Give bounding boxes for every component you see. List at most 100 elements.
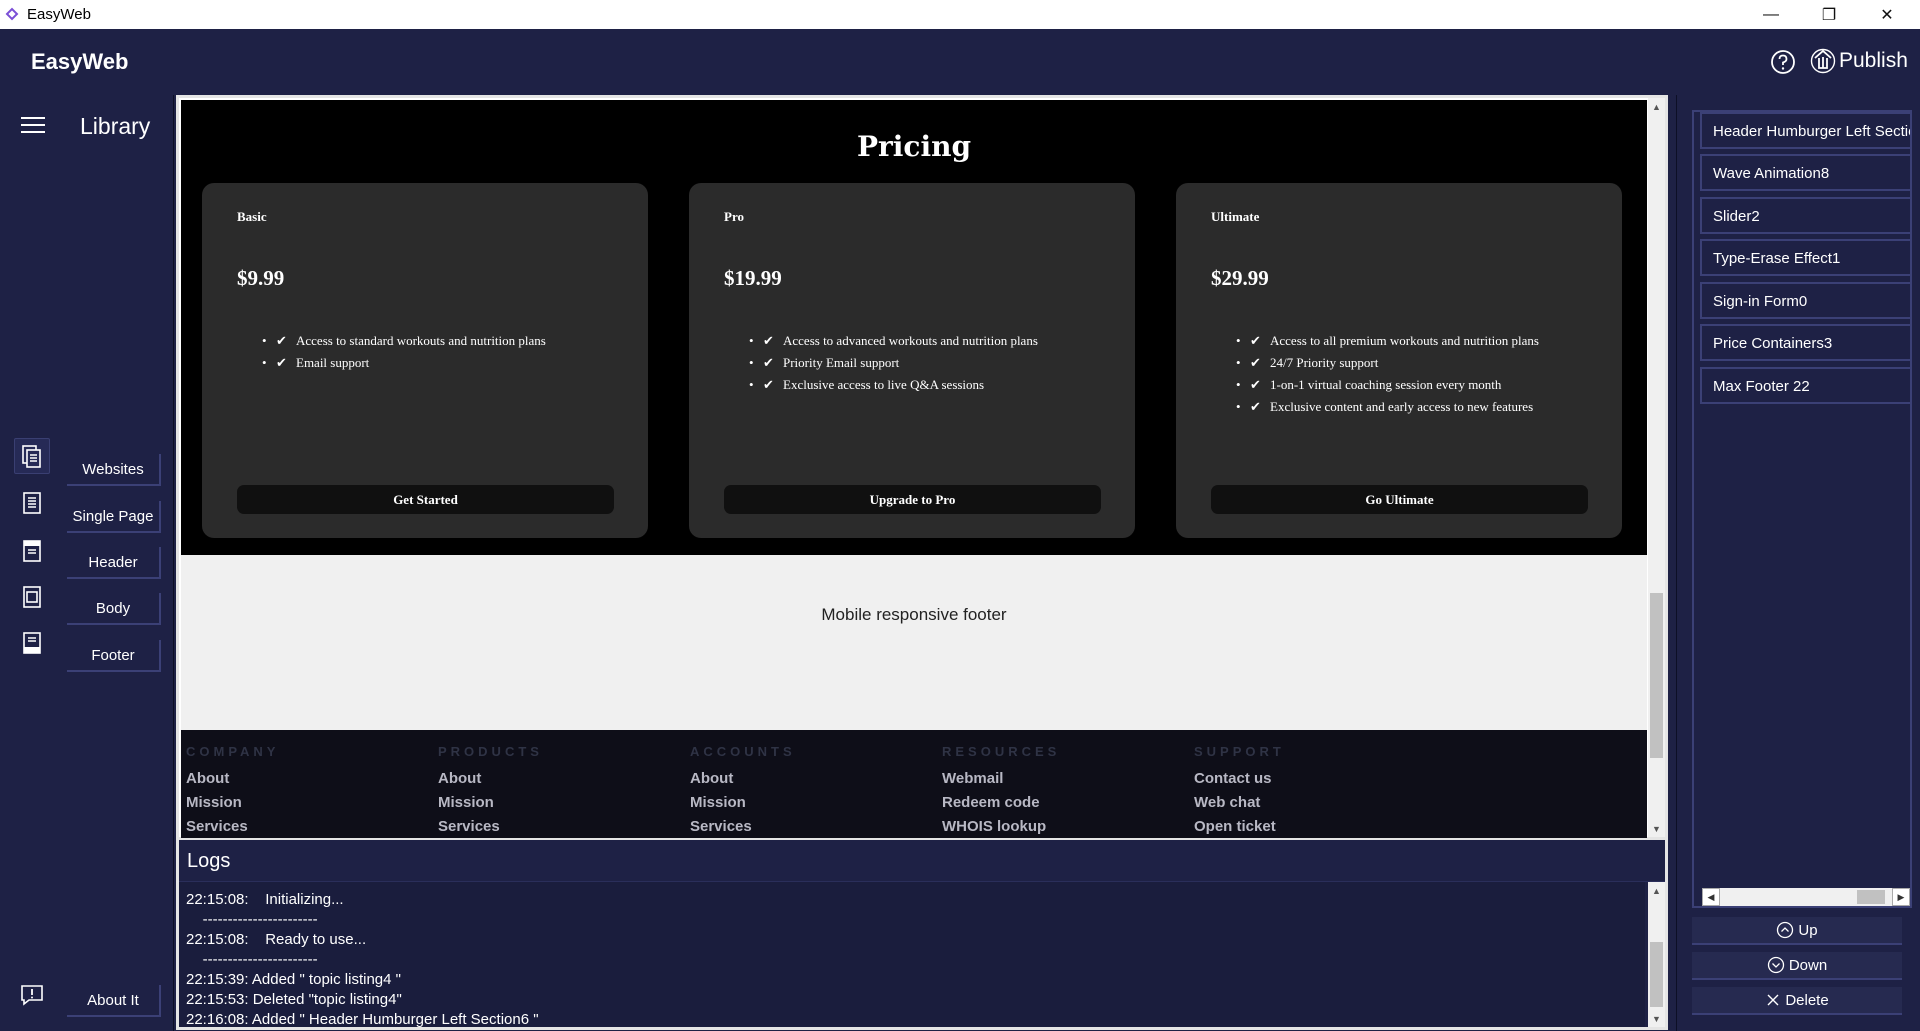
library-single-page-button[interactable]: Single Page [67, 501, 161, 533]
footer-link[interactable]: About [438, 767, 543, 791]
footer-link[interactable]: Mission [438, 791, 543, 815]
layer-item[interactable]: Type-Erase Effect1 [1700, 239, 1910, 276]
layer-item[interactable]: Price Containers3 [1700, 324, 1910, 361]
scroll-right-arrow-icon[interactable]: ▶ [1892, 888, 1910, 906]
scroll-down-arrow-icon[interactable]: ▼ [1648, 820, 1665, 837]
footer-link[interactable]: Redeem code [942, 791, 1060, 815]
footer-icon[interactable] [14, 625, 50, 661]
library-body-button[interactable]: Body [67, 593, 161, 625]
move-down-button[interactable]: Down [1692, 952, 1902, 980]
price-card-basic: Basic $9.99 • ✔ Access to standard workout… [202, 183, 648, 538]
feature-item: • ✔ 24/7 Priority support [1236, 355, 1379, 370]
close-button[interactable]: ✕ [1858, 0, 1916, 29]
max-footer-section: COMPANY About Mission Services PRODUCTS … [181, 730, 1647, 838]
hamburger-menu-icon[interactable] [20, 114, 46, 136]
scroll-up-arrow-icon[interactable]: ▲ [1648, 882, 1665, 899]
about-it-button[interactable]: About It [67, 985, 161, 1017]
scroll-up-arrow-icon[interactable]: ▲ [1648, 98, 1665, 115]
scroll-thumb[interactable] [1857, 890, 1885, 904]
layers-panel: Header Humburger Left Section6 Wave Anim… [1676, 95, 1920, 1031]
upload-cloud-icon [1810, 48, 1836, 74]
footer-link[interactable]: Services [186, 815, 279, 838]
footer-link[interactable]: About [186, 767, 279, 791]
footer-heading: PRODUCTS [438, 744, 543, 759]
help-icon[interactable] [1770, 49, 1796, 75]
footer-link[interactable]: Contact us [1194, 767, 1285, 791]
logs-output[interactable]: 22:15:08: Initializing... --------------… [179, 882, 1645, 1028]
feature-item: • ✔ Access to advanced workouts and nutrit… [749, 333, 1038, 348]
plan-name: Pro [724, 209, 744, 224]
go-ultimate-button[interactable]: Go Ultimate [1211, 485, 1588, 514]
library-websites-button[interactable]: Websites [67, 454, 161, 486]
footer-link[interactable]: Web chat [1194, 791, 1285, 815]
library-header-button[interactable]: Header [67, 547, 161, 579]
layer-item[interactable]: Wave Animation8 [1700, 154, 1910, 191]
logs-scrollbar[interactable]: ▲ ▼ [1648, 882, 1665, 1027]
footer-heading: SUPPORT [1194, 744, 1285, 759]
log-line: 22:15:39: Added " topic listing4 " [186, 971, 401, 988]
chevron-down-circle-icon [1767, 956, 1784, 974]
brand-title: EasyWeb [31, 49, 129, 74]
check-icon: ✔ [763, 355, 774, 370]
scroll-thumb[interactable] [1650, 942, 1663, 1007]
scroll-thumb[interactable] [1650, 593, 1663, 758]
layer-item[interactable]: Header Humburger Left Section6 [1700, 112, 1910, 149]
footer-column-accounts: ACCOUNTS About Mission Services [690, 744, 796, 838]
layer-item[interactable]: Max Footer 22 [1700, 367, 1910, 404]
footer-link[interactable]: Services [690, 815, 796, 838]
feature-item: • ✔ 1-on-1 virtual coaching session every … [1236, 377, 1502, 392]
minimize-button[interactable]: — [1742, 0, 1800, 29]
library-panel: Library Websites Single Page Header Body… [0, 95, 174, 1031]
footer-link[interactable]: About [690, 767, 796, 791]
layer-item[interactable]: Sign-in Form0 [1700, 282, 1910, 319]
footer-placeholder-text: Mobile responsive footer [821, 605, 1007, 624]
scroll-left-arrow-icon[interactable]: ◀ [1702, 888, 1720, 906]
footer-link[interactable]: Mission [690, 791, 796, 815]
app-logo-icon [5, 7, 19, 21]
footer-link[interactable]: Services [438, 815, 543, 838]
close-icon [1767, 994, 1779, 1006]
layer-item[interactable]: Slider2 [1700, 197, 1910, 234]
feature-list: • ✔ Access to advanced workouts and nutrit… [749, 333, 1099, 399]
restore-button[interactable]: ❐ [1800, 0, 1858, 29]
app-header: EasyWeb Publish [0, 29, 1920, 95]
log-line: 22:15:08: Ready to use... [186, 931, 367, 948]
single-page-icon[interactable] [14, 485, 50, 521]
feedback-icon[interactable] [14, 977, 50, 1013]
get-started-button[interactable]: Get Started [237, 485, 614, 514]
layers-list: Header Humburger Left Section6 Wave Anim… [1692, 110, 1912, 908]
header-icon[interactable] [14, 533, 50, 569]
footer-heading: RESOURCES [942, 744, 1061, 759]
body-icon[interactable] [14, 579, 50, 615]
canvas-scrollbar[interactable]: ▲ ▼ [1648, 98, 1665, 837]
window-title: EasyWeb [27, 6, 91, 23]
pricing-title: Pricing [856, 130, 972, 163]
delete-label: Delete [1785, 991, 1829, 1009]
feature-list: • ✔ Access to all premium workouts and nut… [1236, 333, 1586, 421]
move-down-label: Down [1788, 956, 1828, 974]
footer-link[interactable]: Webmail [942, 767, 1060, 791]
move-up-button[interactable]: Up [1692, 917, 1902, 945]
layers-horizontal-scrollbar[interactable]: ◀ ▶ [1702, 888, 1910, 906]
feature-item: • ✔ Access to all premium workouts and nut… [1236, 333, 1539, 348]
library-footer-button[interactable]: Footer [67, 640, 161, 672]
websites-icon[interactable] [14, 438, 50, 474]
move-up-label: Up [1798, 921, 1818, 939]
upgrade-to-pro-button[interactable]: Upgrade to Pro [724, 485, 1101, 514]
footer-link[interactable]: Open ticket [1194, 815, 1285, 838]
check-icon: ✔ [276, 355, 287, 370]
delete-button[interactable]: Delete [1692, 987, 1902, 1015]
pricing-section: Pricing Basic $9.99 • ✔ Access to standard… [181, 100, 1647, 555]
scroll-down-arrow-icon[interactable]: ▼ [1648, 1010, 1665, 1027]
plan-price: $29.99 [1211, 266, 1269, 290]
footer-link[interactable]: Mission [186, 791, 279, 815]
footer-column-products: PRODUCTS About Mission Services [438, 744, 543, 838]
page-preview-canvas[interactable]: Pricing Basic $9.99 • ✔ Access to standard… [176, 95, 1668, 840]
check-icon: ✔ [1250, 333, 1261, 348]
log-line: 22:15:08: Initializing... [186, 891, 344, 908]
feature-list: • ✔ Access to standard workouts and nutrit… [262, 333, 612, 377]
price-card-pro: Pro $19.99 • ✔ Access to advanced workouts… [689, 183, 1135, 538]
publish-button[interactable]: Publish [1810, 45, 1908, 77]
footer-link[interactable]: WHOIS lookup [942, 815, 1060, 838]
footer-column-support: SUPPORT Contact us Web chat Open ticket [1194, 744, 1285, 838]
